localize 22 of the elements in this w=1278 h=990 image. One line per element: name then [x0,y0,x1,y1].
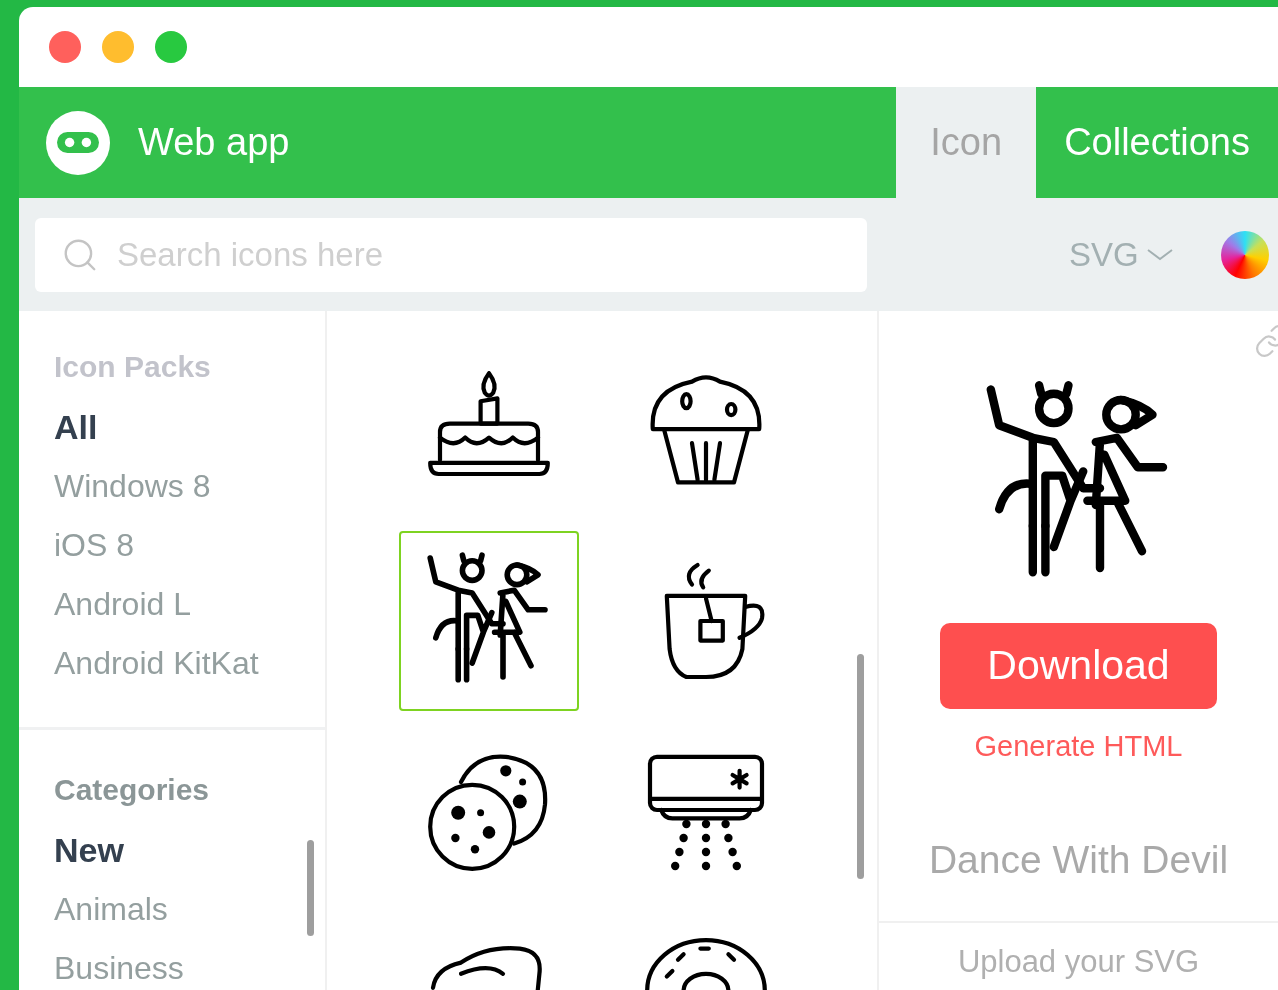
upload-svg-button[interactable]: Upload your SVG [957,939,1200,986]
sidebar-item[interactable]: Windows 8 [54,466,211,506]
sidebar-item[interactable]: iOS 8 [54,525,135,565]
app-title: Web app [138,120,290,165]
sidebar-item[interactable]: Android KitKat [54,643,259,683]
chevron-down-icon [1146,248,1173,261]
sidebar-item[interactable]: Animals [54,889,168,929]
sidebar-item[interactable]: All [54,407,98,447]
sidebar-item[interactable]: Business [54,948,184,988]
section-heading: Categories [54,772,211,808]
sidebar-item[interactable]: Android L [54,584,191,624]
generate-html-link[interactable]: Generate HTML [974,725,1183,769]
scrollbar-thumb[interactable] [857,654,864,879]
icon-tile[interactable] [399,531,579,711]
sidebar-item[interactable]: New [54,830,124,870]
section-heading: Icon Packs [54,349,212,385]
nav-tab[interactable]: Icon [896,87,1037,198]
close-button[interactable] [49,31,81,63]
download-button[interactable]: Download [940,623,1217,709]
format-dropdown[interactable]: SVG [1069,229,1173,280]
scrollbar-thumb[interactable] [307,840,314,936]
icon-name: Dance With Devil [928,836,1229,883]
